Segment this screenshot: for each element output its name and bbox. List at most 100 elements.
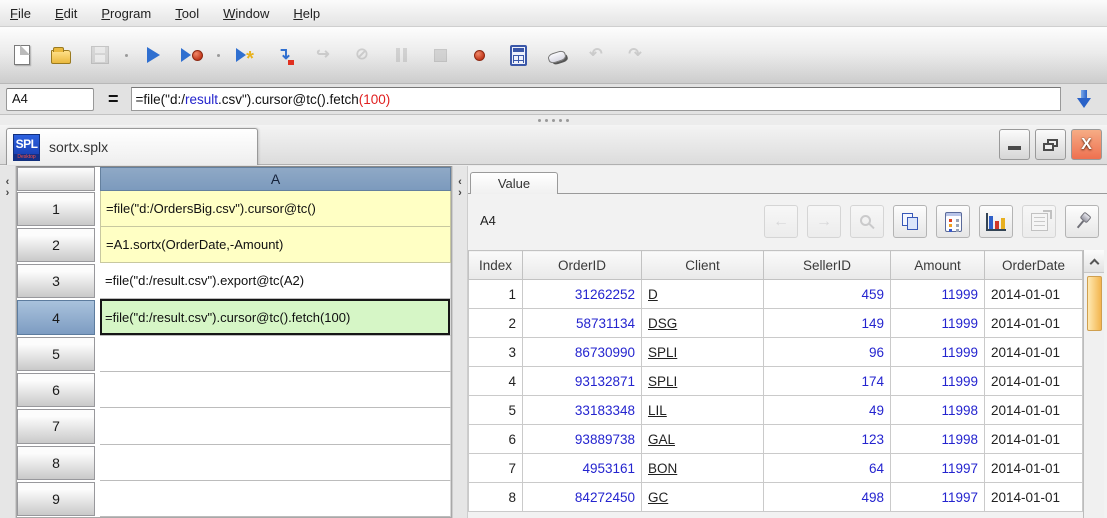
grid-row-7: 7 — [17, 408, 451, 444]
formula-text-mid: .csv").cursor@tc().fetch — [218, 92, 359, 107]
cell-a1[interactable]: =file("d:/OrdersBig.csv").cursor@tc() — [100, 191, 451, 227]
close-button[interactable]: X — [1071, 129, 1102, 160]
table-row: 4 93132871 SPLI 174 11999 2014-01-01 — [469, 367, 1083, 396]
table-row: 8 84272450 GC 498 11997 2014-01-01 — [469, 483, 1083, 512]
menu-edit[interactable]: Edit — [55, 6, 77, 21]
col-orderdate[interactable]: OrderDate — [985, 251, 1083, 280]
row-header-8[interactable]: 8 — [17, 446, 95, 480]
run-next-cell-button[interactable]: * — [231, 41, 259, 69]
cancel-icon: ⊘ — [355, 47, 368, 63]
row-header-2[interactable]: 2 — [17, 228, 95, 262]
expand-right-icon[interactable]: › — [6, 188, 10, 199]
table-row: 5 33183348 LIL 49 11998 2014-01-01 — [469, 396, 1083, 425]
new-file-icon — [14, 45, 30, 65]
record-display-button[interactable] — [936, 205, 970, 238]
pause-button[interactable] — [387, 41, 415, 69]
cell-a5[interactable] — [100, 336, 451, 372]
cancel-button[interactable]: ⊘ — [348, 41, 376, 69]
open-file-button[interactable] — [47, 41, 75, 69]
scrollbar-thumb[interactable] — [1087, 276, 1102, 331]
menu-tool[interactable]: Tool — [175, 6, 199, 21]
cell-a8[interactable] — [100, 445, 451, 481]
step-into-button[interactable]: ↪ — [309, 41, 337, 69]
zoom-button[interactable] — [850, 205, 884, 238]
cell-a3[interactable]: =file("d:/result.csv").export@tc(A2) — [100, 263, 451, 299]
cell-a7[interactable] — [100, 408, 451, 444]
cell-a2[interactable]: =A1.sortx(OrderDate,-Amount) — [100, 227, 451, 263]
run-next-star-icon: * — [246, 54, 254, 64]
expand-panel-icon[interactable]: › — [458, 188, 462, 199]
minimize-button[interactable] — [999, 129, 1030, 160]
grid-row-4: 4 =file("d:/result.csv").cursor@tc().fet… — [17, 299, 451, 335]
formula-text-path: result — [185, 92, 218, 107]
formula-input[interactable]: =file("d:/result.csv").cursor@tc().fetch… — [131, 87, 1061, 111]
col-amount[interactable]: Amount — [891, 251, 985, 280]
col-client[interactable]: Client — [642, 251, 764, 280]
step-target-icon — [288, 60, 294, 65]
pin-button[interactable] — [1065, 205, 1099, 238]
left-splitter-strip[interactable]: ‹ › — [0, 166, 16, 518]
row-header-5[interactable]: 5 — [17, 337, 95, 371]
menu-program[interactable]: Program — [101, 6, 151, 21]
edit-form-button[interactable] — [1022, 205, 1056, 238]
redo-button[interactable]: ↷ — [621, 41, 649, 69]
copy-icon — [902, 213, 918, 230]
col-sellerid[interactable]: SellerID — [764, 251, 891, 280]
scroll-up-button[interactable] — [1084, 250, 1104, 273]
execute-dot-icon — [192, 50, 203, 61]
cell-a9[interactable] — [100, 481, 451, 517]
tab-value[interactable]: Value — [470, 172, 558, 194]
menu-help[interactable]: Help — [293, 6, 320, 21]
row-header-1[interactable]: 1 — [17, 192, 95, 226]
copy-data-button[interactable] — [893, 205, 927, 238]
row-header-6[interactable]: 6 — [17, 373, 95, 407]
grid-corner-cell[interactable] — [17, 167, 95, 191]
panel-splitter-strip[interactable]: ‹ › — [452, 166, 468, 518]
clear-value-button[interactable] — [543, 41, 571, 69]
row-header-7[interactable]: 7 — [17, 409, 95, 443]
row-header-4-selected[interactable]: 4 — [17, 300, 95, 334]
save-button[interactable] — [86, 41, 114, 69]
forward-button[interactable]: → — [807, 205, 841, 238]
col-orderid[interactable]: OrderID — [523, 251, 642, 280]
run-button[interactable] — [139, 41, 167, 69]
execute-button[interactable] — [178, 41, 206, 69]
step-next-button[interactable]: ↴ — [270, 41, 298, 69]
main-toolbar: * ↴ ↪ ⊘ ↶ ↷ — [0, 27, 1107, 84]
grid-row-1: 1 =file("d:/OrdersBig.csv").cursor@tc() — [17, 191, 451, 227]
stop-icon — [434, 49, 447, 62]
cell-a4-selected[interactable]: =file("d:/result.csv").cursor@tc().fetch… — [100, 299, 451, 335]
stop-button[interactable] — [426, 41, 454, 69]
calculate-area-button[interactable] — [504, 41, 532, 69]
horizontal-splitter[interactable] — [0, 115, 1107, 125]
menu-window[interactable]: Window — [223, 6, 269, 21]
col-index[interactable]: Index — [469, 251, 523, 280]
table-row: 2 58731134 DSG 149 11999 2014-01-01 — [469, 309, 1083, 338]
eraser-icon — [547, 49, 567, 64]
column-header-a[interactable]: A — [100, 167, 451, 191]
new-file-button[interactable] — [8, 41, 36, 69]
value-scrollbar[interactable] — [1083, 250, 1104, 518]
row-header-3[interactable]: 3 — [17, 264, 95, 298]
tab-label: sortx.splx — [49, 139, 108, 155]
row-header-9[interactable]: 9 — [17, 482, 95, 516]
cell-reference-box[interactable]: A4 — [6, 88, 94, 111]
draw-chart-button[interactable] — [979, 205, 1013, 238]
toolbar-separator — [217, 54, 220, 57]
restore-button[interactable] — [1035, 129, 1066, 160]
undo-icon: ↶ — [589, 47, 602, 63]
tab-sortx-splx[interactable]: SPL Desktop sortx.splx — [6, 128, 258, 165]
undo-button[interactable]: ↶ — [582, 41, 610, 69]
formula-text-arg: (100) — [359, 92, 391, 107]
grid-row-3: 3 =file("d:/result.csv").export@tc(A2) — [17, 263, 451, 299]
run-next-play-icon — [236, 48, 246, 62]
value-panel: Value A4 ← → Inde — [468, 166, 1107, 518]
grid-row-5: 5 — [17, 336, 451, 372]
cell-a6[interactable] — [100, 372, 451, 408]
back-button[interactable]: ← — [764, 205, 798, 238]
breakpoint-button[interactable] — [465, 41, 493, 69]
menu-file[interactable]: File — [10, 6, 31, 21]
grid-row-9: 9 — [17, 481, 451, 517]
formula-text-pre: =file("d:/ — [136, 92, 185, 107]
expand-formula-button[interactable] — [1067, 85, 1101, 113]
